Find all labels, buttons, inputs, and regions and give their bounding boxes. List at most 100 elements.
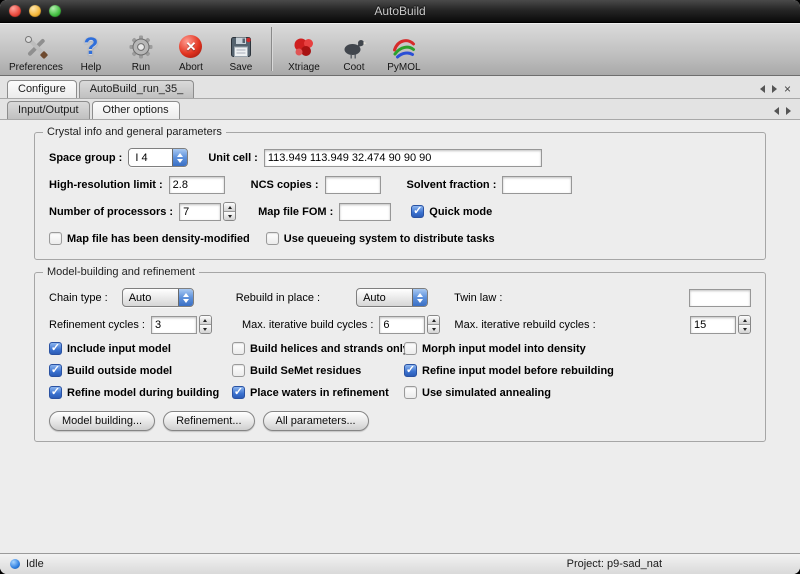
place-waters-option: Place waters in refinement [232,386,404,399]
tab-configure[interactable]: Configure [7,80,77,98]
stepper-down-icon[interactable] [739,324,750,333]
toolbar: Preferences ? Help Run [0,23,800,76]
rebuild-in-place-label: Rebuild in place : [236,292,320,304]
toolbar-label: Run [132,62,150,73]
twin-law-field[interactable] [689,289,751,307]
unit-cell-field[interactable] [264,149,542,167]
run-button[interactable]: Run [116,25,166,73]
build-helices-option: Build helices and strands only [232,342,404,355]
high-res-label: High-resolution limit : [49,179,163,191]
toolbar-label: Help [81,62,102,73]
refinement-button[interactable]: Refinement... [163,411,254,431]
refinement-cycles-field[interactable] [151,316,197,334]
parameter-buttons-row: Model building... Refinement... All para… [49,411,751,430]
zoom-button[interactable] [49,5,61,17]
project-label: Project: p9-sad_nat [567,558,662,570]
processors-field[interactable] [179,203,221,221]
tab-scroll-left-icon[interactable] [760,85,765,93]
tab-scroll-right-icon[interactable] [772,85,777,93]
quick-mode-checkbox[interactable] [411,205,424,218]
toolbar-label: Coot [343,62,364,73]
model-building-button[interactable]: Model building... [49,411,155,431]
max-build-cycles-field[interactable] [379,316,425,334]
xtriage-button[interactable]: Xtriage [279,25,329,73]
processors-label: Number of processors : [49,206,173,218]
morph-model-checkbox[interactable] [404,342,417,355]
tab-other-options[interactable]: Other options [92,101,180,119]
refinement-cycles-stepper[interactable] [199,315,212,334]
abort-button[interactable]: ✕ Abort [166,25,216,73]
status-bar: Idle Project: p9-sad_nat [0,553,800,574]
sub-tab-scroll-right-icon[interactable] [786,107,791,115]
toolbar-label: Xtriage [288,62,320,73]
include-input-model-checkbox[interactable] [49,342,62,355]
build-outside-option: Build outside model [49,364,232,377]
morph-model-option: Morph input model into density [404,342,751,355]
stepper-up-icon[interactable] [224,203,235,211]
tab-close-icon[interactable]: × [784,84,791,94]
space-group-label: Space group : [49,152,122,164]
save-icon [229,31,253,62]
max-rebuild-cycles-stepper[interactable] [738,315,751,334]
rebuild-in-place-dropdown[interactable]: Auto [356,288,428,307]
max-build-cycles-stepper[interactable] [427,315,440,334]
resolution-row: High-resolution limit : NCS copies : Sol… [49,175,751,194]
toolbar-label: Abort [179,62,203,73]
refine-during-building-checkbox[interactable] [49,386,62,399]
stepper-up-icon[interactable] [428,316,439,324]
pymol-button[interactable]: PyMOL [379,25,429,73]
high-res-field[interactable] [169,176,225,194]
save-button[interactable]: Save [216,25,266,73]
stepper-down-icon[interactable] [200,324,211,333]
tab-input-output[interactable]: Input/Output [7,101,90,119]
processors-stepper[interactable] [223,202,236,221]
options-panel: Crystal info and general parameters Spac… [0,120,800,553]
max-rebuild-cycles-field[interactable] [690,316,736,334]
build-helices-checkbox[interactable] [232,342,245,355]
density-modified-checkbox[interactable] [49,232,62,245]
dropdown-arrows-icon [172,149,187,166]
density-modified-label: Map file has been density-modified [67,233,250,245]
queueing-checkbox[interactable] [266,232,279,245]
dropdown-arrows-icon [412,289,427,306]
refine-before-rebuild-checkbox[interactable] [404,364,417,377]
stepper-down-icon[interactable] [428,324,439,333]
chain-type-value: Auto [123,289,178,306]
build-semet-checkbox[interactable] [232,364,245,377]
map-fom-field[interactable] [339,203,391,221]
abort-glyph: ✕ [185,39,196,55]
minimize-button[interactable] [29,5,41,17]
solvent-fraction-label: Solvent fraction : [407,179,497,191]
simulated-annealing-checkbox[interactable] [404,386,417,399]
autobuild-window: AutoBuild Preferences ? Help [0,0,800,574]
density-modified-option: Map file has been density-modified [49,232,250,245]
coot-button[interactable]: Coot [329,25,379,73]
sub-tab-scroll-left-icon[interactable] [774,107,779,115]
titlebar[interactable]: AutoBuild [0,0,800,23]
ncs-copies-label: NCS copies : [251,179,319,191]
dropdown-arrows-icon [178,289,193,306]
stepper-up-icon[interactable] [200,316,211,324]
solvent-fraction-field[interactable] [502,176,572,194]
stepper-down-icon[interactable] [224,211,235,220]
close-button[interactable] [9,5,21,17]
checkbox-label: Place waters in refinement [250,387,389,399]
ncs-copies-field[interactable] [325,176,381,194]
chain-type-dropdown[interactable]: Auto [122,288,194,307]
stepper-up-icon[interactable] [739,316,750,324]
checkbox-label: Build helices and strands only [250,343,409,355]
preferences-button[interactable]: Preferences [6,25,66,73]
tab-scroll-controls: × [757,84,794,98]
help-button[interactable]: ? Help [66,25,116,73]
run-icon [128,31,154,62]
tab-autobuild-run[interactable]: AutoBuild_run_35_ [79,80,195,98]
place-waters-checkbox[interactable] [232,386,245,399]
status-indicator-icon [10,559,20,569]
refine-before-rebuild-option: Refine input model before rebuilding [404,364,751,377]
build-outside-checkbox[interactable] [49,364,62,377]
all-parameters-button[interactable]: All parameters... [263,411,369,431]
model-checkbox-grid: Include input model Build helices and st… [49,342,751,399]
build-semet-option: Build SeMet residues [232,364,404,377]
space-group-dropdown[interactable]: I 4 [128,148,188,167]
crystal-info-group: Crystal info and general parameters Spac… [34,132,766,260]
